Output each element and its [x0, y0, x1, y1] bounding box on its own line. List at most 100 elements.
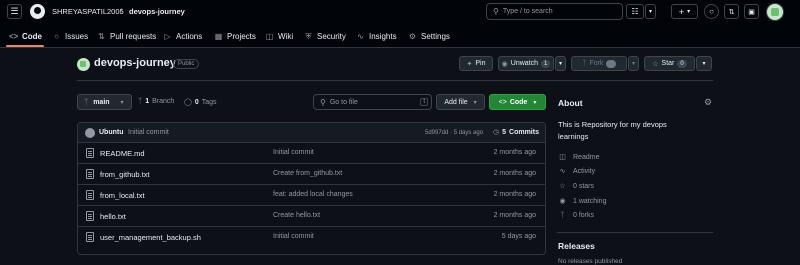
file-name[interactable]: hello.txt — [100, 212, 126, 221]
activity-link[interactable]: ∿ Activity — [558, 167, 596, 176]
tab-insights[interactable]: ∿ Insights — [356, 30, 396, 43]
inbox-button[interactable]: ▣ — [744, 4, 759, 19]
branch-select[interactable]: ᛉ main ▾ — [77, 94, 132, 110]
file-commit-message[interactable]: feat: added local changes — [273, 191, 353, 198]
tab-pull-requests[interactable]: ⇅ Pull requests — [97, 30, 156, 43]
search-input[interactable]: ⚲ Type / to search — [486, 3, 623, 20]
search-icon: ⚲ — [493, 7, 499, 16]
create-new-button[interactable]: + ▾ — [671, 4, 698, 19]
search-icon: ⚲ — [320, 97, 326, 107]
star-menu-button[interactable]: ▾ — [696, 56, 712, 71]
graph-icon: ∿ — [357, 32, 364, 41]
play-icon: ▷ — [164, 32, 171, 41]
tab-issues[interactable]: ○ Issues — [52, 30, 88, 43]
table-row[interactable]: from_github.txt Create from_github.txt 2… — [78, 164, 545, 185]
file-commit-message[interactable]: Initial commit — [273, 233, 314, 240]
stars-link[interactable]: ☆ 0 stars — [558, 182, 594, 191]
settings-gear-icon[interactable]: ⚙ — [704, 97, 712, 108]
commit-author[interactable]: Ubuntu — [99, 129, 124, 136]
table-row[interactable]: README.md Initial commit 2 months ago — [78, 143, 545, 164]
tab-security[interactable]: ⛨ Security — [304, 30, 346, 43]
releases-title[interactable]: Releases — [558, 241, 595, 251]
fork-button[interactable]: ᛉ Fork 0 — [571, 56, 627, 71]
commit-message[interactable]: Initial commit — [128, 129, 169, 136]
file-name[interactable]: from_github.txt — [100, 170, 150, 179]
table-row[interactable]: hello.txt Create hello.txt 2 months ago — [78, 206, 545, 227]
file-icon — [86, 232, 94, 242]
github-logo-icon[interactable] — [30, 4, 45, 19]
branch-name: main — [93, 98, 110, 106]
go-to-file-input[interactable]: ⚲ Go to file t — [313, 94, 432, 110]
eye-icon: ◉ — [501, 60, 508, 68]
tab-label: Settings — [421, 32, 450, 41]
tab-settings[interactable]: ⚙ Settings — [408, 30, 450, 43]
copilot-icon: ☷ — [631, 7, 639, 16]
tab-actions[interactable]: ▷ Actions — [163, 30, 202, 43]
code-icon: <> — [498, 98, 507, 106]
star-button[interactable]: ☆ Star 0 — [644, 56, 695, 71]
code-label: Code — [509, 98, 528, 106]
file-icon — [86, 211, 94, 221]
pulse-icon: ∿ — [559, 168, 566, 175]
chevron-down-icon: ▾ — [702, 61, 706, 67]
repo-title[interactable]: devops-journey — [94, 57, 176, 69]
gear-icon: ⚙ — [408, 32, 417, 41]
copilot-menu-button[interactable]: ▾ — [645, 4, 656, 19]
owner-link[interactable]: SHREYASPATIL2005 — [52, 7, 124, 16]
tab-label: Issues — [65, 32, 89, 41]
file-icon — [86, 169, 94, 179]
table-row[interactable]: from_local.txt feat: added local changes… — [78, 185, 545, 206]
file-icon — [86, 190, 94, 200]
chevron-down-icon: ▾ — [631, 61, 635, 67]
tab-projects[interactable]: ▦ Projects — [214, 30, 256, 43]
commit-author-avatar[interactable] — [85, 128, 95, 138]
avatar[interactable] — [766, 3, 784, 21]
fork-menu-button[interactable]: ▾ — [628, 56, 639, 71]
tab-label: Wiki — [278, 32, 294, 41]
fork-count: 0 — [606, 59, 616, 68]
file-commit-message[interactable]: Create hello.txt — [273, 212, 320, 219]
commit-hash-time[interactable]: 5d997dd · 5 days ago — [425, 130, 483, 136]
repo-avatar — [77, 58, 90, 71]
issue-icon: ○ — [709, 7, 714, 16]
file-commit-date: 2 months ago — [493, 191, 536, 198]
code-icon: <> — [9, 32, 19, 41]
about-title: About — [558, 98, 583, 108]
branch-icon: ᛉ — [84, 98, 89, 106]
star-icon: ☆ — [652, 60, 659, 68]
file-name[interactable]: from_local.txt — [100, 191, 145, 200]
repo-link[interactable]: devops-journey — [129, 7, 185, 16]
pull-request-icon: ⇅ — [728, 8, 735, 16]
file-commit-date: 2 months ago — [493, 149, 536, 156]
forks-link[interactable]: ᛉ 0 forks — [558, 212, 594, 219]
readme-link[interactable]: ◫ Readme — [558, 153, 599, 162]
add-file-label: Add file — [444, 98, 468, 106]
book-icon: ◫ — [265, 32, 274, 41]
commits-link[interactable]: ◷ 5 Commits — [493, 128, 539, 137]
tab-wiki[interactable]: ◫ Wiki — [265, 30, 293, 43]
file-commit-message[interactable]: Create from_github.txt — [273, 170, 342, 177]
file-commit-message[interactable]: Initial commit — [273, 149, 314, 156]
watching-link[interactable]: ◉ 1 watching — [558, 197, 607, 206]
shield-icon: ⛨ — [305, 31, 312, 41]
fork-label: Fork — [589, 60, 604, 67]
watching-label: 1 watching — [573, 197, 607, 205]
unwatch-button[interactable]: ◉ Unwatch 1 — [498, 56, 554, 71]
issues-button[interactable]: ○ — [704, 4, 719, 19]
pin-button[interactable]: ✦ Pin — [459, 56, 493, 71]
unwatch-menu-button[interactable]: ▾ — [555, 56, 566, 71]
branches-link[interactable]: ᛉ 1 Branch — [138, 98, 174, 105]
star-icon: ☆ — [559, 183, 566, 190]
table-row[interactable]: user_management_backup.sh Initial commit… — [78, 227, 545, 248]
menu-button[interactable]: ☰ — [7, 4, 22, 19]
add-file-button[interactable]: Add file ▾ — [436, 94, 485, 110]
pull-requests-button[interactable]: ⇅ — [724, 4, 739, 19]
copilot-button[interactable]: ☷ — [626, 4, 644, 19]
code-button[interactable]: <> Code ▾ — [489, 94, 546, 110]
file-icon — [86, 148, 94, 158]
file-name[interactable]: user_management_backup.sh — [100, 233, 201, 242]
tags-link[interactable]: ◯ 0 Tags — [184, 98, 217, 107]
file-name[interactable]: README.md — [100, 149, 145, 158]
tab-code[interactable]: <> Code — [9, 30, 42, 43]
tab-label: Actions — [176, 32, 203, 41]
